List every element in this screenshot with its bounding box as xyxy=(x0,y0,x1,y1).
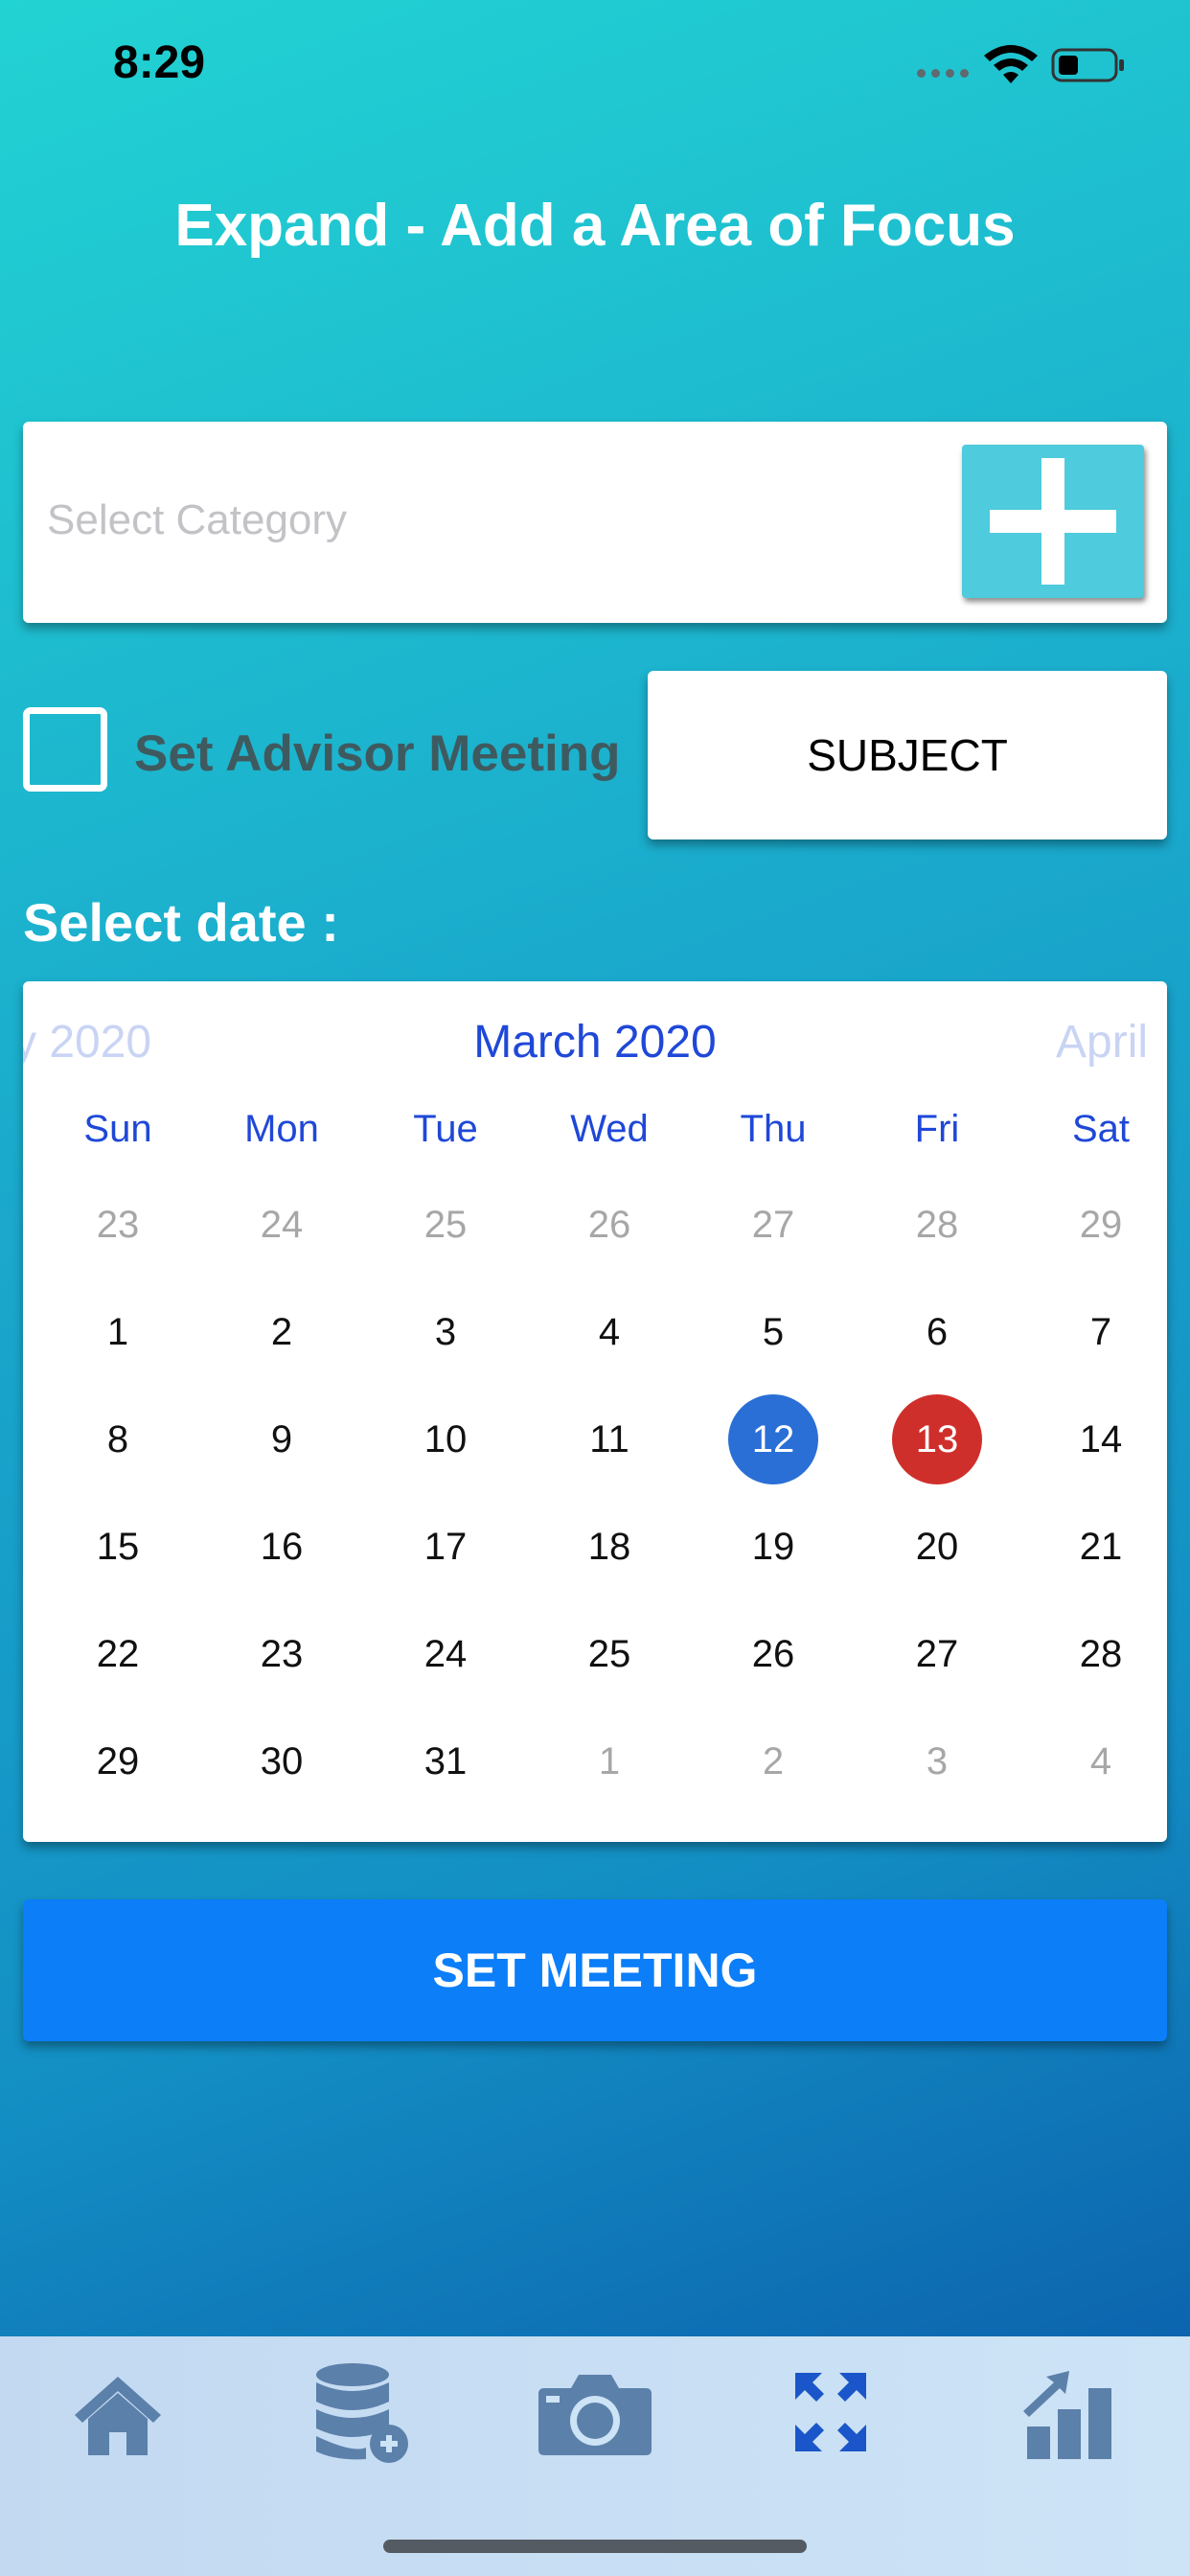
calendar-day[interactable]: 2 xyxy=(692,1715,855,1807)
calendar-day[interactable]: 2 xyxy=(200,1286,363,1378)
weekday-label: Wed xyxy=(570,1108,649,1150)
calendar-day[interactable]: 28 xyxy=(856,1179,1018,1271)
today-day-marker: 13 xyxy=(892,1394,982,1484)
calendar-day[interactable]: 27 xyxy=(856,1608,1018,1700)
next-month-label[interactable]: April xyxy=(1056,1016,1148,1069)
advisor-meeting-label[interactable]: Set Advisor Meeting xyxy=(134,724,621,783)
calendar-day[interactable]: 15 xyxy=(36,1501,199,1593)
calendar-day[interactable]: 20 xyxy=(856,1501,1018,1593)
calendar-day[interactable]: 11 xyxy=(528,1393,691,1485)
calendar-day[interactable]: 30 xyxy=(200,1715,363,1807)
tab-growth[interactable] xyxy=(1010,2359,1134,2465)
home-icon xyxy=(75,2377,161,2455)
calendar-day[interactable]: 19 xyxy=(692,1501,855,1593)
calendar-day[interactable]: 6 xyxy=(856,1286,1018,1378)
calendar-day[interactable]: 25 xyxy=(528,1608,691,1700)
add-category-button[interactable] xyxy=(962,445,1144,598)
category-placeholder: Select Category xyxy=(47,496,348,543)
battery-icon xyxy=(1051,48,1124,82)
weekday-label: Fri xyxy=(914,1108,960,1150)
calendar-day[interactable]: 25 xyxy=(364,1179,527,1271)
select-date-label: Select date : xyxy=(23,892,339,953)
calendar-day[interactable]: 21 xyxy=(1019,1501,1167,1593)
calendar-day[interactable]: 31 xyxy=(364,1715,527,1807)
calendar-day[interactable]: 24 xyxy=(364,1608,527,1700)
calendar-day[interactable]: 29 xyxy=(36,1715,199,1807)
current-month-label: March 2020 xyxy=(473,1017,717,1068)
weekday-label: Sat xyxy=(1071,1108,1131,1150)
calendar-day[interactable]: 26 xyxy=(692,1608,855,1700)
calendar-day[interactable]: 22 xyxy=(36,1608,199,1700)
calendar-day[interactable]: 12 xyxy=(692,1393,855,1485)
weekday-label: Mon xyxy=(244,1108,319,1150)
expand-icon xyxy=(795,2373,866,2451)
selected-day-marker: 12 xyxy=(728,1394,818,1484)
calendar-day[interactable]: 29 xyxy=(1019,1179,1167,1271)
weekday-label: Tue xyxy=(413,1108,478,1150)
calendar-day[interactable]: 1 xyxy=(528,1715,691,1807)
calendar-day[interactable]: 1 xyxy=(36,1286,199,1378)
calendar-day[interactable]: 4 xyxy=(1019,1715,1167,1807)
advisor-meeting-checkbox[interactable] xyxy=(23,707,107,792)
tab-expand[interactable] xyxy=(768,2359,893,2465)
calendar-day[interactable]: 7 xyxy=(1019,1286,1167,1378)
calendar-day[interactable]: 24 xyxy=(200,1179,363,1271)
page-title: Expand - Add a Area of Focus xyxy=(174,193,1016,259)
calendar-day[interactable]: 16 xyxy=(200,1501,363,1593)
weekday-label: Sun xyxy=(83,1108,152,1150)
set-meeting-button[interactable]: SET MEETING xyxy=(23,1899,1167,2041)
calendar-day[interactable]: 3 xyxy=(364,1286,527,1378)
calendar-day[interactable]: 4 xyxy=(528,1286,691,1378)
calendar-day[interactable]: 17 xyxy=(364,1501,527,1593)
wifi-icon xyxy=(984,45,1038,83)
home-indicator xyxy=(383,2540,807,2553)
calendar-day[interactable]: 27 xyxy=(692,1179,855,1271)
category-selector[interactable]: Select Category xyxy=(23,422,1167,623)
calendar-day[interactable]: 28 xyxy=(1019,1608,1167,1700)
calendar-day[interactable]: 3 xyxy=(856,1715,1018,1807)
calendar-day[interactable]: 8 xyxy=(36,1393,199,1485)
calendar-day[interactable]: 13 xyxy=(856,1393,1018,1485)
tab-camera[interactable] xyxy=(533,2359,657,2465)
camera-icon xyxy=(538,2375,652,2455)
chart-growth-icon xyxy=(1023,2371,1111,2459)
calendar-day[interactable]: 18 xyxy=(528,1501,691,1593)
tab-home[interactable] xyxy=(56,2359,180,2465)
tab-data[interactable] xyxy=(297,2359,422,2465)
calendar-day[interactable]: 9 xyxy=(200,1393,363,1485)
calendar-day[interactable]: 23 xyxy=(200,1608,363,1700)
calendar-day[interactable]: 5 xyxy=(692,1286,855,1378)
calendar-day[interactable]: 14 xyxy=(1019,1393,1167,1485)
weekday-label: Thu xyxy=(740,1108,807,1150)
calendar-day[interactable]: 10 xyxy=(364,1393,527,1485)
status-time: 8:29 xyxy=(113,37,206,88)
calendar-day[interactable]: 26 xyxy=(528,1179,691,1271)
calendar-day[interactable]: 23 xyxy=(36,1179,199,1271)
database-add-icon xyxy=(316,2363,408,2463)
cellular-signal-icon xyxy=(917,69,969,78)
calendar: y 2020 March 2020 April Sun Mon Tue Wed Thu F… xyxy=(23,981,1167,1842)
subject-button[interactable]: SUBJECT xyxy=(648,671,1167,840)
